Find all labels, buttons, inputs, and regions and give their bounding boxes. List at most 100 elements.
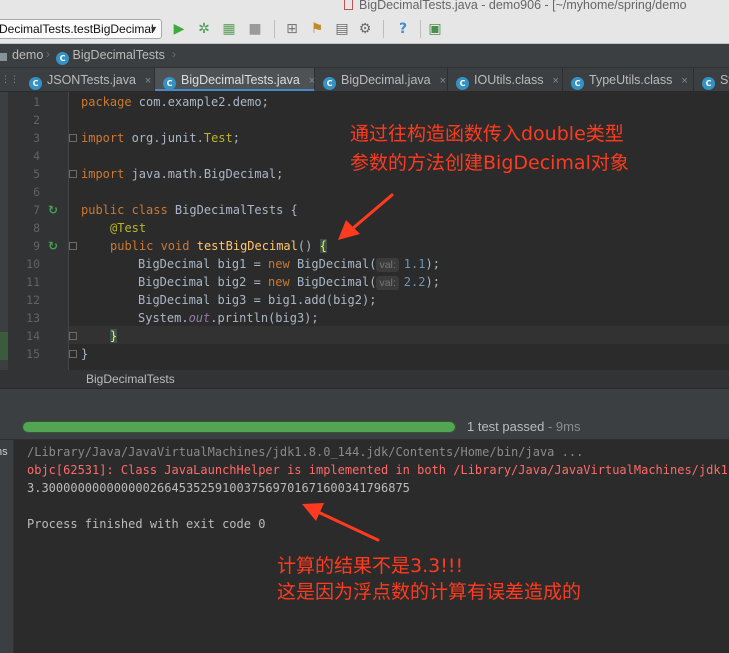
- code-text: public class BigDecimalTests {: [81, 203, 298, 217]
- deploy-icon[interactable]: ▣: [426, 20, 444, 38]
- code-text: import java.math.BigDecimal;: [81, 167, 284, 181]
- code-line: 6: [0, 183, 729, 201]
- console-error: objc[62531]: Class JavaLaunchHelper is i…: [27, 463, 729, 477]
- breadcrumb-separator-icon: ›: [172, 47, 176, 61]
- annotation-bottom: 计算的结果不是3.3!!! 这是因为浮点数的计算有误差造成的: [277, 553, 581, 605]
- tab-label: TypeUtils.class: [589, 73, 673, 87]
- console-output[interactable]: /Library/Java/JavaVirtualMachines/jdk1.8…: [15, 440, 729, 653]
- code-text: package com.example2.demo;: [81, 95, 269, 109]
- run-gutter-icon[interactable]: ↻: [48, 237, 58, 255]
- toolbar-separator: [420, 20, 421, 38]
- toolbar-separator: [274, 20, 275, 38]
- editor-breadcrumb[interactable]: BigDecimalTests: [0, 370, 729, 388]
- tab-label: IOUtils.class: [474, 73, 544, 87]
- breadcrumb-separator-icon: ›: [46, 47, 50, 61]
- close-icon[interactable]: ×: [552, 75, 558, 87]
- test-progress-fill: [23, 422, 455, 432]
- class-icon: C: [56, 52, 69, 65]
- main-toolbar: BigDecimalTests.java - demo906 - [~/myho…: [0, 0, 729, 44]
- sdk-icon[interactable]: ⚑: [308, 20, 326, 38]
- settings-icon[interactable]: ▤: [333, 20, 351, 38]
- project-structure-icon[interactable]: ⊞: [283, 20, 301, 38]
- code-text: import org.junit.Test;: [81, 131, 240, 145]
- run-icon[interactable]: ▶: [170, 20, 188, 38]
- panel-divider[interactable]: [0, 388, 729, 414]
- chevron-down-icon: ▼: [149, 24, 158, 34]
- tests-passed-label: 1 test passed: [467, 419, 545, 434]
- line-number: 8: [33, 221, 40, 235]
- class-icon: C: [163, 77, 176, 90]
- tab-scroll-icon[interactable]: ⋮⋮: [0, 68, 20, 91]
- debug-icon[interactable]: ✲: [195, 20, 213, 38]
- parameter-hint: val:: [376, 258, 399, 272]
- run-side-label[interactable]: ns: [0, 446, 8, 458]
- code-line: 8 @Test: [0, 219, 729, 237]
- code-line: 15 }: [0, 345, 729, 363]
- parameter-hint: val:: [376, 276, 399, 290]
- line-number: 3: [33, 131, 40, 145]
- file-icon: [344, 0, 353, 10]
- line-number: 7: [33, 203, 40, 217]
- annotation-bottom-line1: 计算的结果不是3.3!!!: [277, 555, 464, 577]
- test-status-text: 1 test passed - 9ms: [467, 419, 580, 434]
- code-line: 9 ↻ public void testBigDecimal() {: [0, 237, 729, 255]
- line-number: 1: [33, 95, 40, 109]
- test-status-bar: 1 test passed - 9ms: [0, 414, 729, 440]
- fold-icon[interactable]: [69, 350, 77, 358]
- run-gutter-icon[interactable]: ↻: [48, 201, 58, 219]
- run-side-toolbar: [0, 440, 14, 653]
- window-title: BigDecimalTests.java - demo906 - [~/myho…: [344, 0, 729, 14]
- fold-icon[interactable]: [69, 242, 77, 250]
- tab-system[interactable]: C Sy: [694, 68, 729, 91]
- editor-tabs: ⋮⋮ C JSONTests.java × C BigDecimalTests.jav…: [0, 68, 729, 92]
- breadcrumb-file[interactable]: C BigDecimalTests: [56, 48, 165, 65]
- line-number: 13: [26, 311, 40, 325]
- close-icon[interactable]: ×: [440, 75, 446, 87]
- run-configuration-select[interactable]: DecimalTests.testBigDecimal ▼: [0, 19, 162, 39]
- code-line: 14 }: [0, 327, 729, 345]
- breadcrumb-project[interactable]: demo: [12, 48, 43, 62]
- line-number: 4: [33, 149, 40, 163]
- fold-icon[interactable]: [69, 332, 77, 340]
- annotation-top-line1: 通过往构造函数传入double类型: [350, 123, 624, 145]
- tab-typeutils[interactable]: C TypeUtils.class ×: [563, 68, 694, 91]
- class-icon: C: [323, 77, 336, 90]
- tab-jsontests[interactable]: C JSONTests.java ×: [21, 68, 155, 91]
- tab-bigdecimaltests[interactable]: C BigDecimalTests.java ×: [155, 68, 315, 91]
- tab-label: JSONTests.java: [47, 73, 136, 87]
- tab-label: BigDecimalTests.java: [181, 73, 300, 87]
- test-duration: - 9ms: [544, 419, 581, 434]
- class-icon: C: [571, 77, 584, 90]
- line-number: 11: [26, 275, 40, 289]
- console-command: /Library/Java/JavaVirtualMachines/jdk1.8…: [27, 445, 584, 459]
- code-text: @Test: [110, 221, 147, 235]
- line-number: 5: [33, 167, 40, 181]
- coverage-icon[interactable]: ▦: [220, 20, 238, 38]
- code-text: }: [110, 329, 118, 343]
- help-icon[interactable]: ?: [394, 20, 412, 38]
- stop-icon[interactable]: ■: [246, 20, 264, 38]
- code-line: 13 System.out.println(big3);: [0, 309, 729, 327]
- code-line: 11 BigDecimal big2 = new BigDecimal(val:…: [0, 273, 729, 291]
- code-line: 10 BigDecimal big1 = new BigDecimal(val:…: [0, 255, 729, 273]
- tab-bigdecimal[interactable]: C BigDecimal.java ×: [315, 68, 448, 91]
- line-number: 12: [26, 293, 40, 307]
- test-progress-bar: [22, 421, 456, 433]
- fold-icon[interactable]: [69, 170, 77, 178]
- breadcrumb-file-label: BigDecimalTests: [72, 48, 165, 62]
- close-icon[interactable]: ×: [681, 75, 687, 87]
- line-number: 6: [33, 185, 40, 199]
- console-exit: Process finished with exit code 0: [27, 517, 266, 531]
- close-icon[interactable]: ×: [145, 75, 151, 87]
- navigation-bar: demo › C BigDecimalTests ›: [0, 44, 729, 68]
- fold-icon[interactable]: [69, 134, 77, 142]
- tab-ioutils[interactable]: C IOUtils.class ×: [448, 68, 563, 91]
- class-icon: C: [456, 77, 469, 90]
- jar-icon[interactable]: ⚙: [356, 20, 374, 38]
- line-number: 15: [26, 347, 40, 361]
- class-icon: C: [702, 77, 715, 90]
- folder-icon: [0, 53, 7, 61]
- line-number: 9: [33, 239, 40, 253]
- annotation-top-line2: 参数的方法创建BigDecimal对象: [350, 152, 629, 174]
- line-number: 14: [26, 329, 40, 343]
